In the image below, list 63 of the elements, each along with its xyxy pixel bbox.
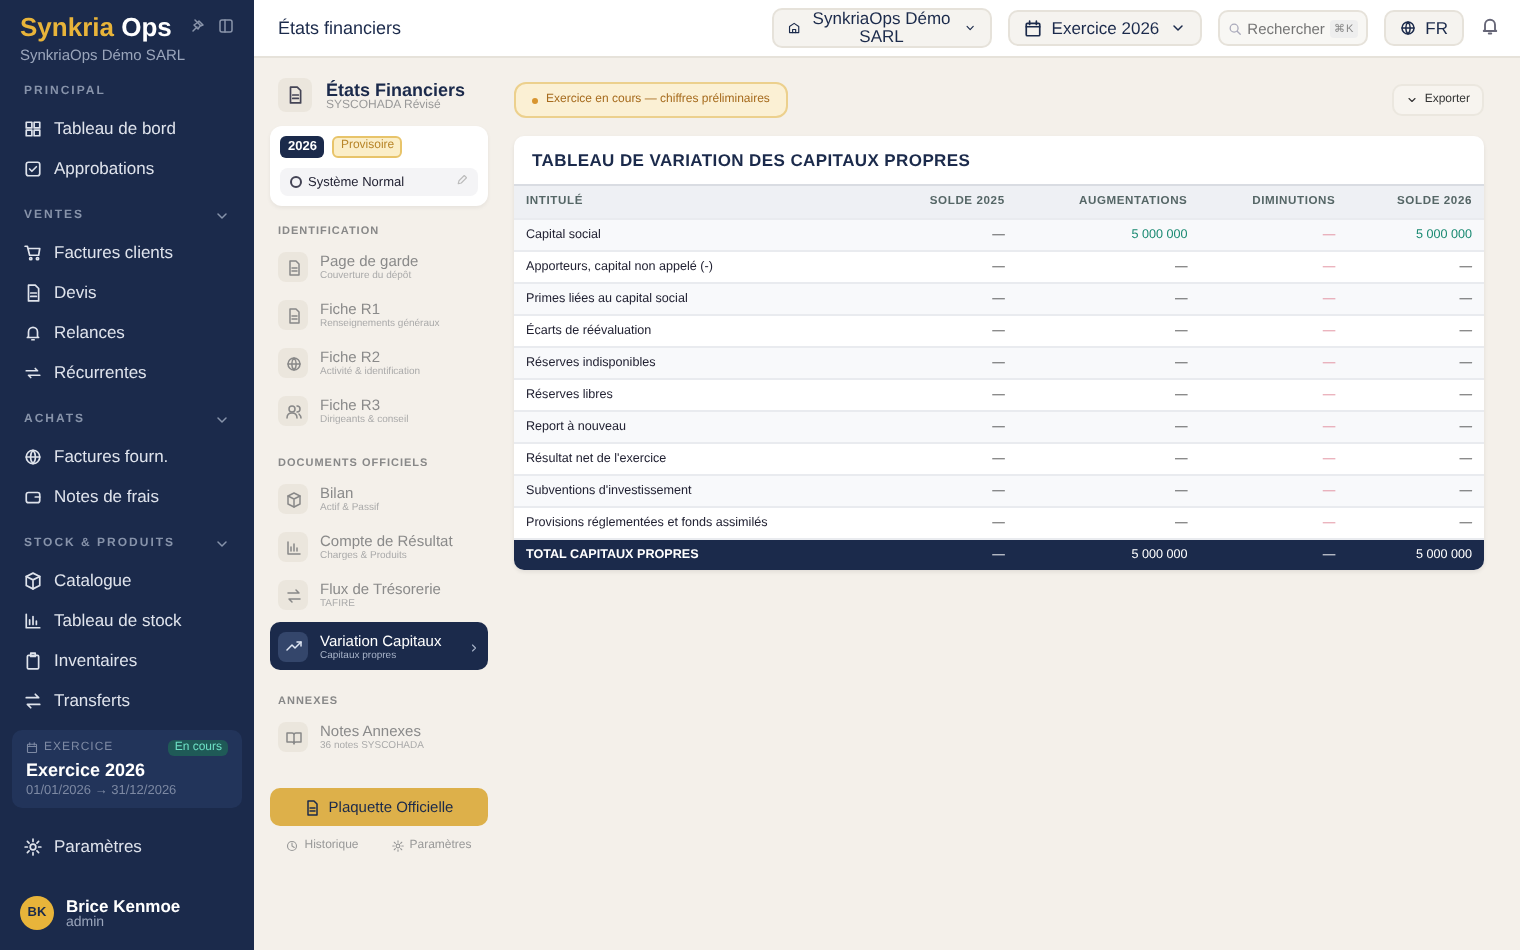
document-icon bbox=[285, 259, 301, 275]
document-icon bbox=[285, 307, 301, 323]
user-name: Brice Kenmoe bbox=[66, 896, 181, 916]
people-icon bbox=[285, 403, 301, 419]
building-icon bbox=[787, 20, 800, 36]
trend-icon bbox=[285, 638, 301, 654]
arrows-icon bbox=[24, 691, 42, 709]
page-title: États financiers bbox=[278, 18, 404, 38]
nav-item[interactable]: Transferts bbox=[0, 680, 254, 720]
cube-icon bbox=[285, 491, 301, 507]
arrows-icon bbox=[285, 587, 301, 603]
chevron-icon bbox=[963, 20, 976, 36]
pencil-icon bbox=[456, 174, 468, 186]
brand-logo: Synkria Ops bbox=[20, 12, 172, 42]
globe-icon bbox=[285, 355, 301, 371]
exercise-selector[interactable]: Exercice 2026 bbox=[1007, 10, 1202, 46]
nav-item[interactable]: Devis bbox=[0, 272, 254, 312]
nav-item[interactable]: Factures fourn. bbox=[0, 436, 254, 476]
document-icon bbox=[304, 799, 321, 815]
document-icon bbox=[24, 283, 42, 301]
chevron-icon bbox=[214, 536, 230, 552]
clock-icon bbox=[286, 840, 299, 852]
search-icon bbox=[1227, 21, 1242, 35]
globe-icon bbox=[1399, 20, 1416, 36]
bar-chart-icon bbox=[24, 611, 42, 629]
nav-item[interactable]: Récurrentes bbox=[0, 352, 254, 392]
arrows-icon bbox=[24, 363, 42, 381]
nav-item[interactable]: Notes de frais bbox=[0, 476, 254, 516]
cart-icon bbox=[24, 243, 42, 261]
nav-item[interactable]: Tableau de stock bbox=[0, 600, 254, 640]
bell-icon bbox=[24, 323, 42, 341]
chevron-icon bbox=[468, 642, 480, 654]
exercise-title: Exercice 2026 bbox=[26, 760, 148, 780]
settings-icon bbox=[24, 837, 42, 855]
grid-icon bbox=[24, 119, 42, 137]
checkbox-icon bbox=[24, 159, 42, 177]
cube-icon bbox=[24, 571, 42, 589]
calendar-icon bbox=[26, 742, 38, 754]
book-icon bbox=[285, 729, 301, 745]
clipboard-icon bbox=[24, 651, 42, 669]
wallet-icon bbox=[24, 487, 42, 505]
nav-item[interactable]: Inventaires bbox=[0, 640, 254, 680]
chevron-icon bbox=[1169, 20, 1186, 36]
calendar-icon bbox=[1023, 19, 1042, 37]
chevron-icon bbox=[1406, 94, 1419, 106]
chevron-icon bbox=[214, 208, 230, 224]
globe-icon bbox=[24, 447, 42, 465]
panel-icon bbox=[218, 18, 234, 34]
settings-link[interactable]: Paramètres bbox=[0, 826, 254, 866]
chevron-icon bbox=[214, 412, 230, 428]
nav-item[interactable]: Tableau de bord bbox=[0, 108, 254, 148]
settings-icon bbox=[391, 840, 404, 852]
pin-icon bbox=[190, 18, 206, 34]
panel-title: États Financiers bbox=[326, 79, 466, 99]
document-icon bbox=[286, 86, 304, 104]
bar-chart-icon bbox=[285, 539, 301, 555]
nav-item[interactable]: Relances bbox=[0, 312, 254, 352]
nav-item[interactable]: Factures clients bbox=[0, 232, 254, 272]
nav-item[interactable]: Catalogue bbox=[0, 560, 254, 600]
nav-item[interactable]: Approbations bbox=[0, 148, 254, 188]
bell-icon bbox=[1480, 16, 1500, 36]
company-selector[interactable]: SynkriaOps Démo SARL bbox=[771, 8, 992, 48]
language-button[interactable]: FR bbox=[1383, 10, 1464, 46]
